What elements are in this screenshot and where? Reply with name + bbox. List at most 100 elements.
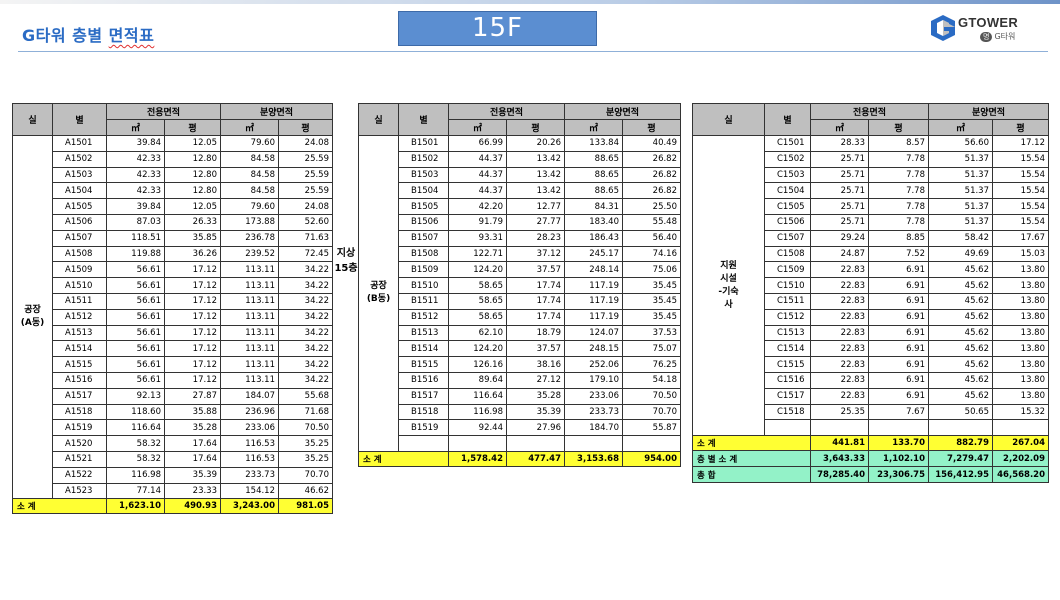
area-value-cell: 39.84 [106, 198, 165, 215]
unit-id-cell: B1511 [398, 292, 449, 310]
subtotal-row-label: 소 계 [358, 450, 449, 467]
header-sil: 실 [12, 103, 53, 136]
unit-id-cell: B1506 [398, 213, 449, 231]
area-value-cell: 45.62 [928, 277, 993, 294]
area-value-cell: 56.61 [106, 277, 165, 294]
top-accent-bar [0, 0, 1060, 4]
area-value-cell: 24.08 [278, 198, 333, 215]
area-value-cell: 55.87 [622, 419, 681, 437]
table-row: A1521 58.32 17.64 116.53 35.25 [13, 450, 333, 468]
unit-id-cell: A1516 [52, 371, 107, 389]
area-value-cell: 50.65 [928, 403, 993, 421]
area-value-cell: 51.37 [928, 213, 993, 231]
page-title-squiggle: 면적표 [108, 26, 155, 45]
unit-id-cell: B1516 [398, 371, 449, 389]
area-value-cell: 17.12 [164, 371, 221, 389]
grand-total-row: 총 합 78,285.40 23,306.75 156,412.95 46,568.20 [692, 466, 1049, 484]
area-value-cell: 117.19 [564, 292, 623, 310]
area-value-cell: 84.31 [564, 198, 623, 215]
area-value-cell: 34.22 [278, 277, 333, 294]
area-value-cell: 233.73 [220, 466, 279, 484]
area-value-cell: 17.74 [506, 292, 565, 310]
area-value-cell: 22.83 [810, 292, 869, 310]
area-value-cell: 44.37 [448, 150, 507, 168]
zone-label: 공장 (B동) [358, 135, 399, 452]
area-value-cell: 84.58 [220, 150, 279, 168]
area-value-cell: 58.65 [448, 277, 507, 294]
area-value-cell: 13.80 [992, 308, 1049, 326]
area-value-cell: 35.88 [164, 403, 221, 421]
area-value-cell: 184.70 [564, 419, 623, 437]
area-value-cell: 51.37 [928, 166, 993, 184]
empty-cell [564, 435, 623, 452]
header-sale-area: 분양면적 [564, 103, 681, 120]
logo-sub-text: G타워 [994, 32, 1016, 41]
area-value-cell: 6.91 [868, 292, 929, 310]
area-value-cell: 245.17 [564, 245, 623, 263]
area-value-cell: 118.60 [106, 403, 165, 421]
subtotal-row-value: 882.79 [928, 435, 993, 452]
area-value-cell: 183.40 [564, 213, 623, 231]
table-row: A1504 42.33 12.80 84.58 25.59 [13, 182, 333, 200]
unit-id-cell: C1507 [764, 229, 811, 247]
floor-subtotal-row-label: 층 별 소 계 [692, 450, 811, 468]
empty-cell [992, 419, 1049, 437]
area-value-cell: 186.43 [564, 229, 623, 247]
area-value-cell: 37.12 [506, 245, 565, 263]
unit-id-cell: A1507 [52, 229, 107, 247]
area-value-cell: 26.82 [622, 182, 681, 200]
area-value-cell: 27.12 [506, 371, 565, 389]
area-value-cell: 22.83 [810, 371, 869, 389]
area-value-cell: 56.60 [928, 135, 993, 152]
area-value-cell: 15.54 [992, 182, 1049, 200]
area-value-cell: 25.50 [622, 198, 681, 215]
header-m2: ㎡ [810, 119, 869, 136]
area-value-cell: 36.26 [164, 245, 221, 263]
area-value-cell: 45.62 [928, 308, 993, 326]
unit-id-cell: A1505 [52, 198, 107, 215]
unit-id-cell: B1514 [398, 340, 449, 358]
area-value-cell: 15.54 [992, 150, 1049, 168]
table-row: B1512 58.65 17.74 117.19 35.45 [359, 308, 681, 326]
area-value-cell: 15.03 [992, 245, 1049, 263]
area-value-cell: 248.15 [564, 340, 623, 358]
area-value-cell: 58.32 [106, 435, 165, 452]
unit-id-cell: A1508 [52, 245, 107, 263]
area-value-cell: 34.22 [278, 324, 333, 342]
unit-id-cell: A1519 [52, 419, 107, 437]
header-m2: ㎡ [220, 119, 279, 136]
header-sale-area: 분양면적 [220, 103, 333, 120]
unit-id-cell: A1523 [52, 482, 107, 500]
area-value-cell: 35.45 [622, 277, 681, 294]
unit-id-cell: A1506 [52, 213, 107, 231]
empty-row [359, 435, 681, 452]
area-value-cell: 25.71 [810, 213, 869, 231]
area-value-cell: 34.22 [278, 292, 333, 310]
area-value-cell: 20.26 [506, 135, 565, 152]
area-value-cell: 42.33 [106, 150, 165, 168]
floor-subtotal-row-value: 2,202.09 [992, 450, 1049, 468]
table-row: B1504 44.37 13.42 88.65 26.82 [359, 182, 681, 200]
table-row: A1522 116.98 35.39 233.73 70.70 [13, 466, 333, 484]
area-value-cell: 45.62 [928, 356, 993, 373]
area-value-cell: 72.45 [278, 245, 333, 263]
area-value-cell: 13.42 [506, 150, 565, 168]
unit-id-cell: C1510 [764, 277, 811, 294]
area-value-cell: 6.91 [868, 324, 929, 342]
area-value-cell: 23.33 [164, 482, 221, 500]
area-value-cell: 7.78 [868, 150, 929, 168]
unit-id-cell: B1504 [398, 182, 449, 200]
subtotal-row-value: 3,153.68 [564, 450, 623, 467]
zone-label: 공장 (A동) [12, 134, 53, 500]
area-value-cell: 6.91 [868, 356, 929, 373]
area-value-cell: 25.71 [810, 150, 869, 168]
area-value-cell: 79.60 [220, 198, 279, 215]
area-value-cell: 113.11 [220, 371, 279, 389]
area-value-cell: 51.37 [928, 150, 993, 168]
area-value-cell: 52.60 [278, 213, 333, 231]
unit-id-cell: A1522 [52, 466, 107, 484]
area-value-cell: 236.78 [220, 229, 279, 247]
area-value-cell: 51.37 [928, 198, 993, 215]
area-value-cell: 92.44 [448, 419, 507, 437]
area-value-cell: 37.53 [622, 324, 681, 342]
